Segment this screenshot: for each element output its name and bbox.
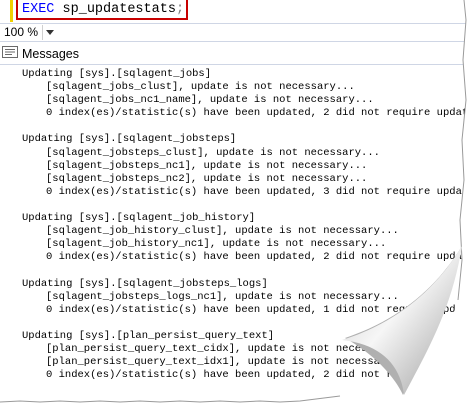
- results-tab-strip: Messages: [0, 42, 474, 66]
- zoom-bar: 100 %: [0, 23, 474, 42]
- message-line: [sqlagent_job_history_clust], update is …: [46, 225, 399, 238]
- message-line: [sqlagent_jobsteps_logs_nc1], update is …: [46, 290, 399, 303]
- tab-messages-label: Messages: [22, 47, 79, 61]
- messages-pane[interactable]: Updating [sys].[sqlagent_jobs] [sqlagent_…: [0, 64, 474, 407]
- zoom-value: 100 %: [4, 25, 39, 39]
- message-line: [plan_persist_query_text_idx1], update i…: [46, 356, 412, 369]
- message-line: 0 index(es)/statistic(s) have been updat…: [46, 251, 474, 264]
- messages-list: Updating [sys].[sqlagent_jobs] [sqlagent_…: [22, 68, 474, 382]
- message-line: Updating [sys].[sqlagent_jobs]: [22, 68, 212, 80]
- message-line: [sqlagent_jobsteps_nc2], update is not n…: [46, 172, 368, 185]
- code-line[interactable]: EXEC sp_updatestats;: [22, 1, 184, 19]
- messages-icon: [2, 45, 18, 64]
- ssms-query-window: EXEC sp_updatestats; 100 % Messages Upda…: [0, 0, 474, 407]
- message-line: Updating [sys].[plan_persist_query_text]: [22, 329, 275, 342]
- message-line: 0 index(es)/statistic(s) have been updat…: [46, 303, 474, 316]
- message-line: 0 index(es)/statistic(s) have been updat…: [46, 107, 474, 120]
- code-keyword: EXEC: [22, 2, 55, 17]
- message-line: [sqlagent_jobsteps_nc1], update is not n…: [46, 159, 368, 172]
- query-editor[interactable]: EXEC sp_updatestats;: [0, 0, 474, 22]
- code-procedure-name: sp_updatestats: [62, 2, 176, 17]
- message-line: Updating [sys].[sqlagent_jobsteps_logs]: [22, 277, 268, 290]
- message-line: Updating [sys].[sqlagent_job_history]: [22, 212, 256, 225]
- change-indicator-bar: [10, 0, 13, 22]
- message-line: [sqlagent_job_history_nc1], update is no…: [46, 238, 387, 251]
- message-line: 0 index(es)/statistic(s) have been updat…: [46, 185, 474, 198]
- message-line: 0 index(es)/statistic(s) have been updat…: [46, 369, 474, 382]
- message-line: [sqlagent_jobs_nc1_name], update is not …: [46, 94, 374, 107]
- message-line: [plan_persist_query_text_cidx], update i…: [46, 342, 412, 355]
- zoom-dropdown[interactable]: 100 %: [2, 25, 57, 40]
- chevron-down-icon[interactable]: [42, 25, 57, 40]
- code-terminator: ;: [175, 2, 185, 17]
- message-line: [sqlagent_jobsteps_clust], update is not…: [46, 146, 380, 159]
- tab-messages[interactable]: Messages: [2, 44, 82, 66]
- message-line: Updating [sys].[sqlagent_jobsteps]: [22, 133, 237, 146]
- message-line: [sqlagent_jobs_clust], update is not nec…: [46, 81, 355, 94]
